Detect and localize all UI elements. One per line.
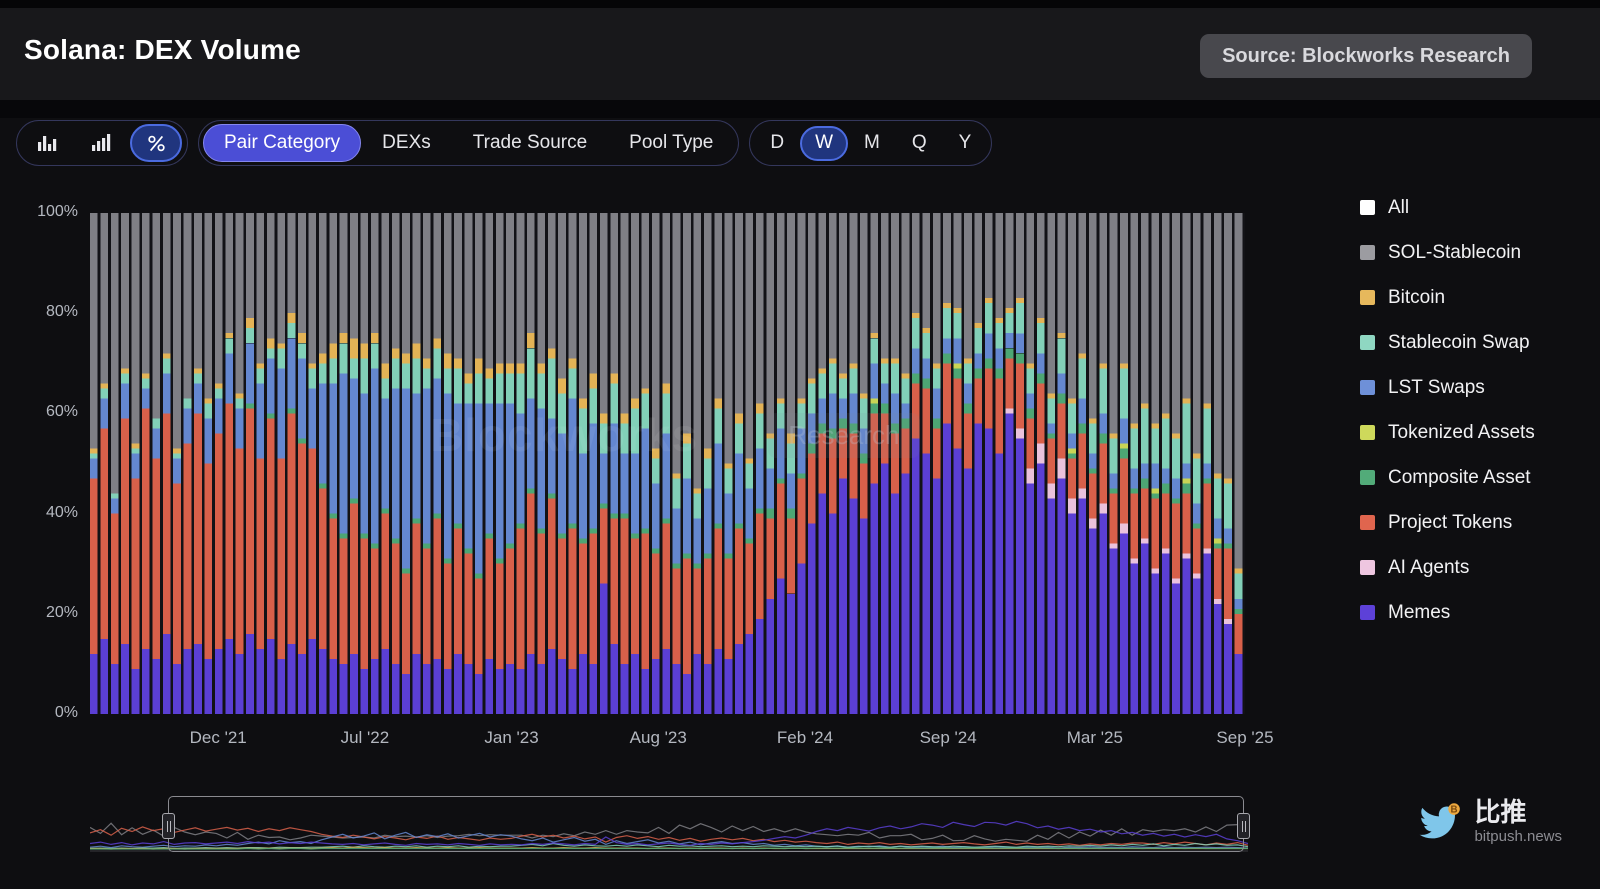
legend-label: LST Swaps [1388, 377, 1485, 399]
legend-swatch-icon [1360, 290, 1375, 305]
legend-swatch-icon [1360, 560, 1375, 575]
legend-item-stablecoin-swap[interactable]: Stablecoin Swap [1360, 320, 1598, 365]
tab-trade-source[interactable]: Trade Source [452, 124, 608, 162]
header: Solana: DEX Volume Source: Blockworks Re… [0, 8, 1600, 100]
category-tabs: Pair Category DEXs Trade Source Pool Typ… [198, 120, 739, 166]
legend-item-ai-agents[interactable]: AI Agents [1360, 545, 1598, 590]
tab-daily[interactable]: D [754, 124, 800, 162]
x-tick-label: Jul '22 [341, 728, 390, 748]
bitpush-bird-icon: B [1416, 801, 1462, 843]
tab-quarterly[interactable]: Q [896, 124, 943, 162]
legend-swatch-icon [1360, 380, 1375, 395]
bitpush-logo: B 比推 bitpush.news [1416, 798, 1562, 845]
y-tick-label: 100% [37, 203, 78, 221]
navigator-right-handle[interactable] [1237, 813, 1250, 839]
navigator-left-handle[interactable] [162, 813, 175, 839]
content: Pair Category DEXs Trade Source Pool Typ… [0, 100, 1600, 889]
x-tick-label: Jan '23 [484, 728, 538, 748]
legend-swatch-icon [1360, 470, 1375, 485]
y-tick-label: 60% [46, 403, 78, 421]
bitpush-text: 比推 bitpush.news [1474, 798, 1562, 845]
stacked-bars-icon [91, 133, 113, 153]
x-tick-label: Aug '23 [630, 728, 687, 748]
legend-label: All [1388, 197, 1409, 219]
tab-pair-category[interactable]: Pair Category [203, 124, 361, 162]
legend-label: Composite Asset [1388, 467, 1531, 489]
tab-weekly[interactable]: W [800, 126, 848, 161]
legend-swatch-icon [1360, 335, 1375, 350]
percent-view-button[interactable] [130, 124, 182, 162]
x-tick-label: Sep '25 [1216, 728, 1273, 748]
legend-label: Stablecoin Swap [1388, 332, 1530, 354]
y-axis: 0% 20% 40% 60% 80% 100% [0, 100, 82, 780]
legend-item-memes[interactable]: Memes [1360, 590, 1598, 635]
legend-item-tokenized-assets[interactable]: Tokenized Assets [1360, 410, 1598, 455]
svg-text:B: B [1451, 804, 1458, 815]
x-tick-label: Sep '24 [920, 728, 977, 748]
legend-label: Project Tokens [1388, 512, 1512, 534]
app-root: Solana: DEX Volume Source: Blockworks Re… [0, 0, 1600, 889]
navigator-selection[interactable] [168, 796, 1244, 852]
y-tick-label: 80% [46, 303, 78, 321]
range-navigator[interactable] [90, 795, 1248, 857]
legend-swatch-icon [1360, 245, 1375, 260]
x-tick-label: Mar '25 [1067, 728, 1123, 748]
legend-label: Memes [1388, 602, 1450, 624]
stacked-bars-chart [90, 213, 1245, 714]
source-badge: Source: Blockworks Research [1200, 34, 1532, 78]
bitpush-name: 比推 [1474, 798, 1562, 828]
legend-item-all[interactable]: All [1360, 185, 1598, 230]
plot[interactable]: Blockworks Research [90, 213, 1245, 714]
y-tick-label: 40% [46, 504, 78, 522]
toolbar: Pair Category DEXs Trade Source Pool Typ… [16, 120, 992, 166]
tab-dexs[interactable]: DEXs [361, 124, 452, 162]
page-title: Solana: DEX Volume [24, 34, 301, 66]
legend-item-lst-swaps[interactable]: LST Swaps [1360, 365, 1598, 410]
x-tick-label: Dec '21 [190, 728, 247, 748]
legend-swatch-icon [1360, 605, 1375, 620]
granularity-tabs: D W M Q Y [749, 120, 992, 166]
legend-swatch-icon [1360, 425, 1375, 440]
tab-monthly[interactable]: M [848, 124, 896, 162]
legend-label: Tokenized Assets [1388, 422, 1535, 444]
y-tick-label: 20% [46, 604, 78, 622]
legend-swatch-icon [1360, 515, 1375, 530]
legend-label: SOL-Stablecoin [1388, 242, 1521, 264]
legend-item-composite-asset[interactable]: Composite Asset [1360, 455, 1598, 500]
x-axis: Dec '21 Jul '22 Jan '23 Aug '23 Feb '24 Sep '… [0, 728, 1600, 754]
x-tick-label: Feb '24 [777, 728, 833, 748]
y-tick-label: 0% [55, 704, 78, 722]
legend: All SOL-Stablecoin Bitcoin Stablecoin Swap L… [1360, 185, 1598, 635]
header-divider [0, 100, 1600, 118]
stacked-bars-view-button[interactable] [76, 124, 128, 162]
legend-swatch-icon [1360, 200, 1375, 215]
legend-item-bitcoin[interactable]: Bitcoin [1360, 275, 1598, 320]
tab-pool-type[interactable]: Pool Type [608, 124, 734, 162]
bitpush-subtext: bitpush.news [1474, 828, 1562, 845]
legend-label: Bitcoin [1388, 287, 1445, 309]
legend-item-sol-stablecoin[interactable]: SOL-Stablecoin [1360, 230, 1598, 275]
legend-label: AI Agents [1388, 557, 1469, 579]
legend-item-project-tokens[interactable]: Project Tokens [1360, 500, 1598, 545]
percent-icon [146, 134, 167, 153]
tab-yearly[interactable]: Y [943, 124, 988, 162]
